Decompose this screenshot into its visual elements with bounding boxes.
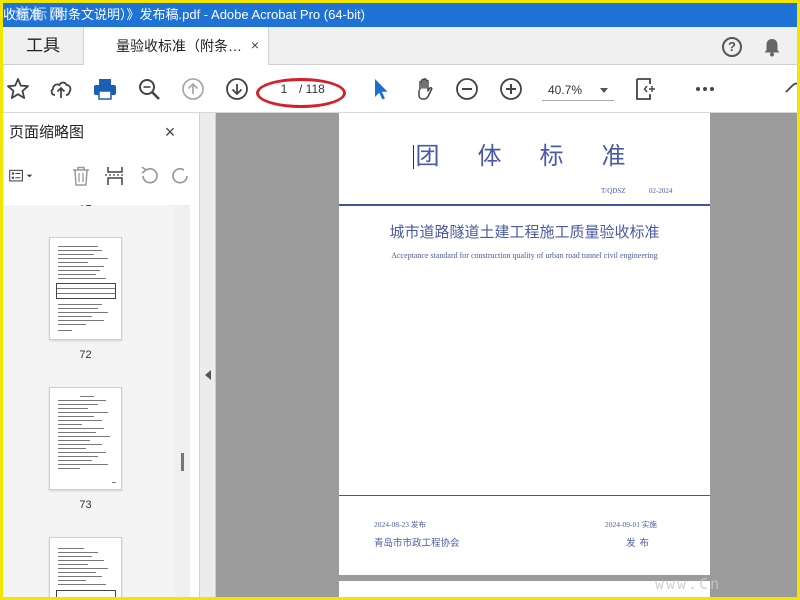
tab-close-icon[interactable]: × xyxy=(248,38,262,52)
thumbnail-page[interactable] xyxy=(49,387,122,490)
issue-label: 发布 xyxy=(626,538,654,549)
tab-bar: 工具 量验收标准（附条… × ? xyxy=(3,27,797,66)
notification-bell-icon[interactable] xyxy=(761,36,783,58)
doc-english-title: Acceptance standard for construction qua… xyxy=(391,251,658,260)
standard-code: T/QDSZ xyxy=(601,187,626,195)
text-cursor xyxy=(413,145,414,169)
rotate-clockwise-icon[interactable] xyxy=(169,164,191,188)
document-view[interactable]: 团体标准 T/QDSZ 02-2024 城市道路隧道土建工程施工质量验收标准 A… xyxy=(216,113,797,597)
thumbnail-label: 73 xyxy=(79,499,92,511)
implement-date: 2024-09-01 实施 xyxy=(605,520,657,529)
tab-document[interactable]: 量验收标准（附条… × xyxy=(83,27,269,66)
footer-rule xyxy=(339,495,710,496)
standard-number: 02-2024 xyxy=(649,187,673,195)
pane-toolbar xyxy=(3,159,199,195)
thumbnail-scrollbar[interactable] xyxy=(175,205,190,597)
zoom-level-value: 40.7% xyxy=(548,83,583,97)
link-tool-icon[interactable] xyxy=(782,76,797,102)
previous-page-icon[interactable] xyxy=(180,76,206,102)
zoom-search-icon[interactable] xyxy=(136,76,162,102)
pane-title: 页面缩略图 xyxy=(9,124,85,141)
tab-document-label: 量验收标准（附条… xyxy=(116,38,242,54)
pdf-page[interactable]: 团体标准 T/QDSZ 02-2024 城市道路隧道土建工程施工质量验收标准 A… xyxy=(339,113,710,575)
collapse-pane-arrow-icon[interactable] xyxy=(205,370,211,380)
bookmark-star-icon[interactable] xyxy=(5,76,31,102)
hand-tool-icon[interactable] xyxy=(412,76,438,102)
zoom-level-select[interactable]: 40.7% xyxy=(542,79,614,101)
tab-tools[interactable]: 工具 xyxy=(3,27,83,65)
thumbnail-list: 71 72 xyxy=(3,205,175,597)
rotate-counterclockwise-icon[interactable] xyxy=(137,164,161,188)
thumbnail-page[interactable] xyxy=(49,537,122,597)
watermark-logo: 道标网 xyxy=(15,6,67,23)
scrollbar-thumb[interactable] xyxy=(181,453,184,471)
thumbnail-pane: 页面缩略图 × 71 xyxy=(3,113,200,597)
cloud-upload-icon[interactable] xyxy=(48,76,74,102)
print-icon[interactable] xyxy=(92,76,118,102)
doc-chinese-title: 城市道路隧道土建工程施工质量验收标准 xyxy=(389,224,660,241)
zoom-in-icon[interactable] xyxy=(498,76,524,102)
acrobat-window: 收标准（附条文说明）》发布稿.pdf - Adobe Acrobat Pro (… xyxy=(3,3,797,597)
issuing-organization: 青岛市市政工程协会 xyxy=(374,538,460,549)
thumbnail-page[interactable] xyxy=(49,237,122,340)
next-page-icon[interactable] xyxy=(224,76,250,102)
thumbnail-label: 71 xyxy=(49,205,122,209)
delete-page-icon[interactable] xyxy=(69,164,93,188)
zoom-out-icon[interactable] xyxy=(454,76,480,102)
pane-close-icon[interactable]: × xyxy=(161,123,179,141)
publish-date: 2024-08-23 发布 xyxy=(374,520,426,529)
pane-splitter[interactable] xyxy=(200,113,216,597)
page-fit-icon[interactable] xyxy=(633,76,659,102)
thumbnail-options-icon[interactable] xyxy=(9,164,43,188)
thumbnail-label: 72 xyxy=(79,349,92,361)
chevron-down-icon xyxy=(600,88,608,93)
extract-page-icon[interactable] xyxy=(103,164,127,188)
title-bar: 收标准（附条文说明）》发布稿.pdf - Adobe Acrobat Pro (… xyxy=(3,3,797,27)
select-pointer-icon[interactable] xyxy=(368,76,394,102)
more-options-icon[interactable] xyxy=(692,76,718,102)
annotation-red-ellipse xyxy=(256,78,346,108)
main-toolbar: 1 / 118 40.7% xyxy=(3,65,797,113)
doc-heading: 团体标准 xyxy=(415,142,664,170)
header-rule xyxy=(339,204,710,206)
help-icon[interactable]: ? xyxy=(722,37,742,57)
site-watermark: www.Cn xyxy=(655,575,722,593)
